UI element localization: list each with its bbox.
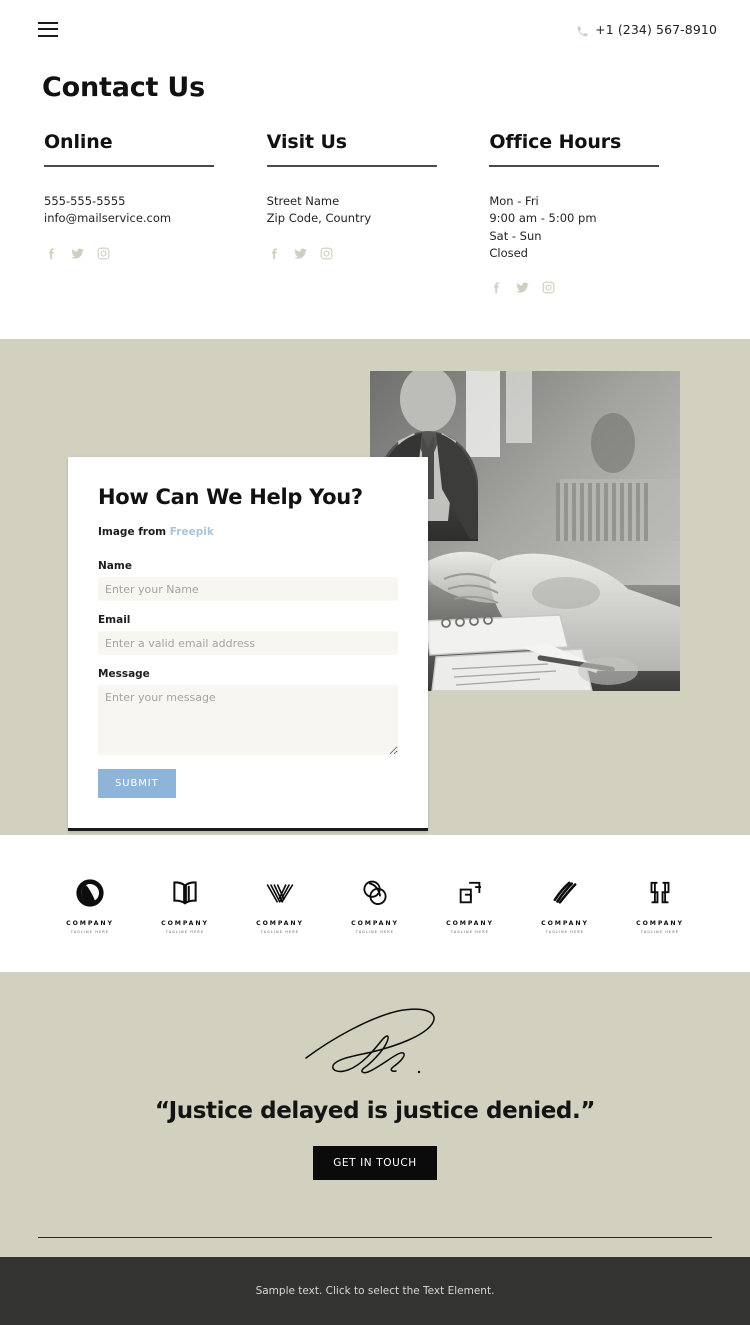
freepik-link[interactable]: Freepik	[170, 526, 214, 538]
column-line: Street Name	[266, 194, 340, 208]
logo-tagline: TAGLINE HERE	[165, 929, 205, 934]
logo-tagline: TAGLINE HERE	[640, 929, 680, 934]
logo-item[interactable]: COMPANY TAGLINE HERE	[50, 873, 130, 934]
twitter-icon[interactable]	[70, 246, 85, 261]
message-field-label: Message	[98, 668, 150, 680]
contact-form-section: How Can We Help You? Image from Freepik …	[0, 339, 750, 835]
column-line: Sat - Sun	[489, 228, 542, 243]
contact-column-visit: Visit Us Street Name Zip Code, Country	[266, 131, 490, 295]
logo-tagline: TAGLINE HERE	[355, 929, 395, 934]
logo-company-name: COMPANY	[636, 920, 684, 928]
social-links	[267, 246, 490, 261]
interlocking-circles-logo-icon	[358, 873, 392, 913]
image-credit: Image from Freepik	[98, 526, 398, 538]
square-brackets-logo-icon	[453, 873, 487, 913]
image-credit-prefix: Image from	[98, 526, 170, 538]
logo-item[interactable]: COMPANY TAGLINE HERE	[525, 873, 605, 934]
column-lines: 555-555-5555 info@mailservice.com	[44, 193, 267, 228]
logo-item[interactable]: COMPANY TAGLINE HERE	[430, 873, 510, 934]
hamburger-line	[38, 34, 58, 37]
hamburger-line	[38, 21, 58, 24]
contact-column-online: Online 555-555-5555 info@mailservice.com	[44, 131, 267, 295]
hamburger-line	[38, 28, 58, 30]
column-heading: Visit Us	[266, 131, 348, 153]
logo-item[interactable]: COMPANY TAGLINE HERE	[335, 873, 415, 934]
heading-rule	[489, 165, 660, 167]
facebook-icon[interactable]	[489, 280, 504, 295]
signature-icon	[0, 1002, 750, 1090]
message-textarea[interactable]	[98, 685, 398, 755]
page-title: Contact Us	[42, 72, 206, 103]
contact-columns: Online 555-555-5555 info@mailservice.com…	[0, 103, 750, 295]
email-input[interactable]	[98, 631, 398, 655]
heading-rule	[266, 165, 437, 167]
column-line: Closed	[489, 245, 528, 260]
logo-item[interactable]: COMPANY TAGLINE HERE	[240, 873, 320, 934]
logo-tagline: TAGLINE HERE	[545, 929, 585, 934]
facebook-icon[interactable]	[267, 246, 282, 261]
instagram-icon[interactable]	[541, 280, 556, 295]
get-in-touch-button[interactable]: GET IN TOUCH	[313, 1146, 437, 1180]
logo-tagline: TAGLINE HERE	[260, 929, 300, 934]
contact-column-hours: Office Hours Mon - Fri 9:00 am - 5:00 pm…	[489, 131, 712, 295]
section-divider	[38, 1236, 712, 1238]
column-line: 555-555-5555	[44, 194, 126, 208]
hamburger-menu-icon[interactable]	[38, 21, 58, 37]
social-links	[489, 280, 712, 295]
column-line: Mon - Fri	[489, 194, 539, 208]
column-heading: Online	[44, 131, 113, 153]
instagram-icon[interactable]	[319, 246, 334, 261]
instagram-icon[interactable]	[96, 246, 111, 261]
column-line: info@mailservice.com	[44, 211, 172, 226]
column-heading: Office Hours	[489, 131, 622, 153]
twitter-icon[interactable]	[515, 280, 530, 295]
column-line: 9:00 am - 5:00 pm	[489, 211, 597, 226]
submit-button[interactable]: SUBMIT	[98, 769, 176, 798]
logo-company-name: COMPANY	[256, 920, 304, 928]
logo-tagline: TAGLINE HERE	[70, 929, 110, 934]
quote-section: “Justice delayed is justice denied.” GET…	[0, 972, 750, 1257]
logo-company-name: COMPANY	[351, 920, 399, 928]
footer-text[interactable]: Sample text. Click to select the Text El…	[256, 1285, 495, 1297]
mirrored-b-logo-icon	[643, 873, 677, 913]
name-field-label: Name	[98, 560, 132, 572]
open-book-logo-icon	[168, 873, 202, 913]
logo-company-name: COMPANY	[446, 920, 494, 928]
contact-form-card: How Can We Help You? Image from Freepik …	[68, 457, 428, 831]
column-lines: Street Name Zip Code, Country	[267, 193, 490, 228]
form-heading: How Can We Help You?	[98, 485, 363, 509]
logo-item[interactable]: COMPANY TAGLINE HERE	[620, 873, 700, 934]
heading-rule	[44, 165, 214, 167]
email-field-label: Email	[98, 614, 131, 626]
logo-company-name: COMPANY	[66, 920, 114, 928]
twitter-icon[interactable]	[293, 246, 308, 261]
column-line: Zip Code, Country	[266, 211, 372, 226]
cta-wrapper: GET IN TOUCH	[0, 1146, 750, 1180]
v-stripes-logo-icon	[263, 873, 297, 913]
header-phone[interactable]: +1 (234) 567-8910	[576, 22, 717, 37]
phone-icon	[576, 23, 589, 36]
social-links	[44, 246, 267, 261]
client-logo-strip: COMPANY TAGLINE HERE COMPANY TAGLINE HER…	[0, 835, 750, 972]
name-input[interactable]	[98, 577, 398, 601]
logo-company-name: COMPANY	[541, 920, 589, 928]
column-lines: Mon - Fri 9:00 am - 5:00 pm Sat - Sun Cl…	[489, 193, 712, 262]
facebook-icon[interactable]	[44, 246, 59, 261]
site-footer: Sample text. Click to select the Text El…	[0, 1257, 750, 1325]
diagonal-stripes-logo-icon	[548, 873, 582, 913]
phone-number: +1 (234) 567-8910	[595, 21, 717, 37]
logo-item[interactable]: COMPANY TAGLINE HERE	[145, 873, 225, 934]
logo-company-name: COMPANY	[161, 920, 209, 928]
site-header: +1 (234) 567-8910	[0, 0, 750, 58]
swirl-circle-logo-icon	[73, 873, 107, 913]
logo-tagline: TAGLINE HERE	[450, 929, 490, 934]
quote-text: “Justice delayed is justice denied.”	[154, 1098, 596, 1124]
